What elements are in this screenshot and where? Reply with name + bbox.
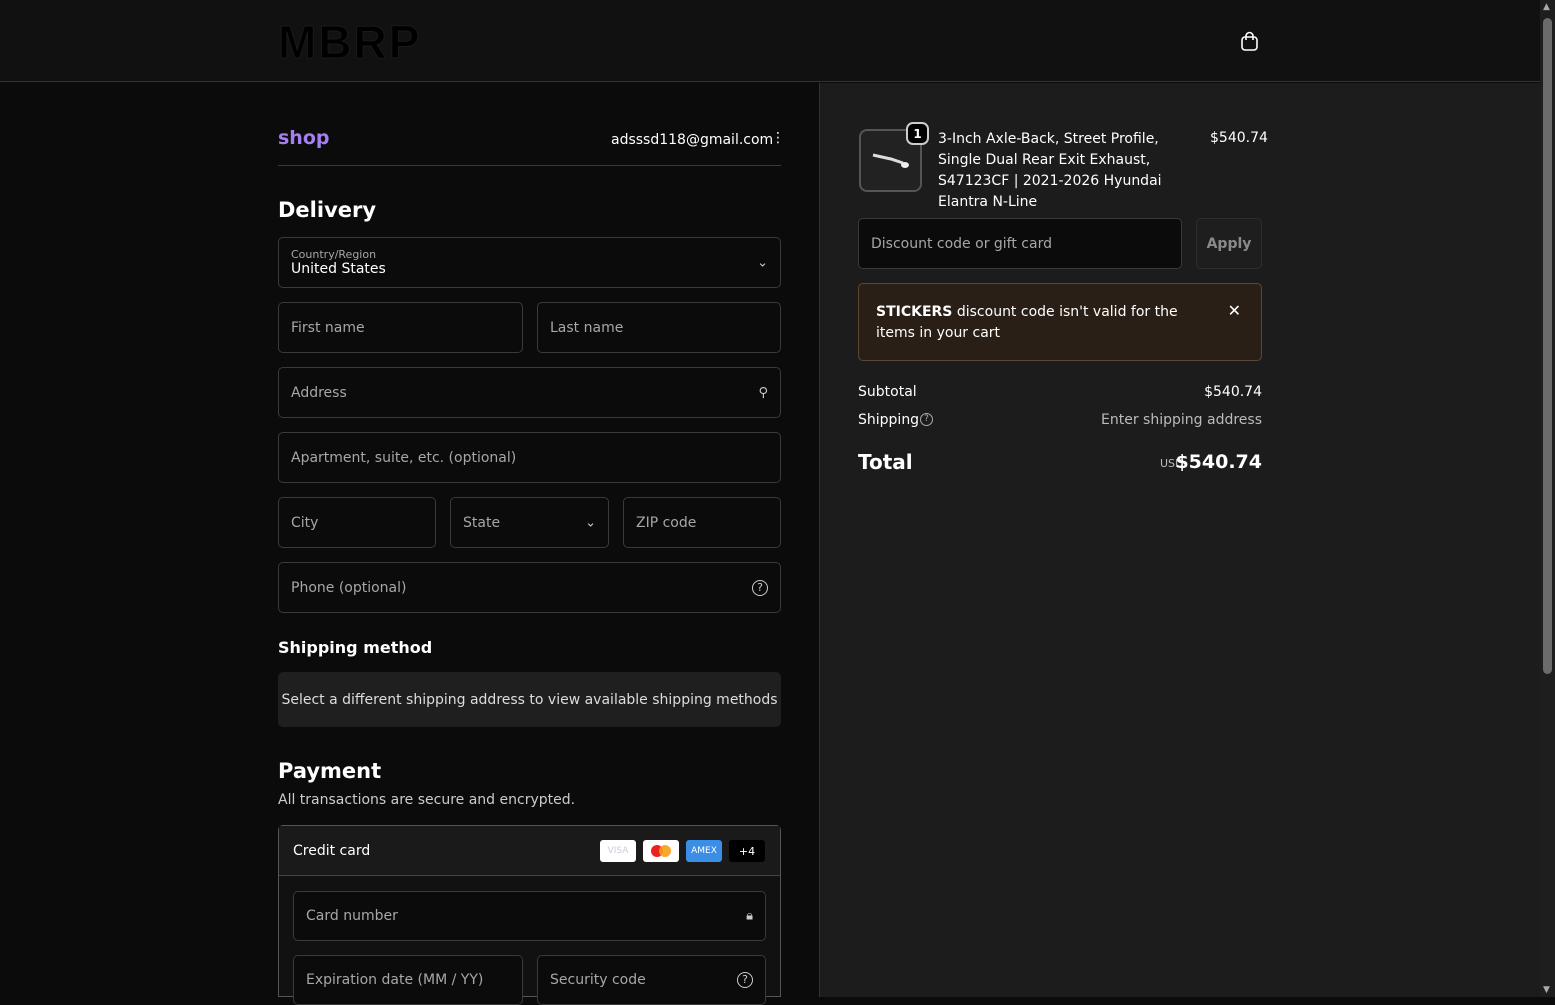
city-placeholder: City — [291, 514, 319, 531]
apartment-input[interactable]: Apartment, suite, etc. (optional) — [278, 432, 781, 483]
expiration-input[interactable]: Expiration date (MM / YY) — [293, 955, 523, 1005]
expiration-placeholder: Expiration date (MM / YY) — [306, 972, 484, 988]
shopping-bag-icon[interactable] — [1240, 31, 1259, 51]
delivery-heading: Delivery — [278, 198, 377, 222]
close-icon[interactable]: ✕ — [1228, 300, 1241, 321]
total-label: Total — [858, 450, 913, 474]
credit-card-option[interactable]: Credit card VISA AMEX +4 — [279, 826, 780, 876]
card-number-placeholder: Card number — [306, 908, 398, 924]
shipping-value: Enter shipping address — [1101, 412, 1262, 428]
apartment-placeholder: Apartment, suite, etc. (optional) — [291, 449, 517, 466]
payment-subtitle: All transactions are secure and encrypte… — [278, 792, 576, 808]
card-number-input[interactable]: Card number 🔒︎ — [293, 891, 766, 941]
subtotal-label: Subtotal — [858, 384, 917, 400]
amex-icon: AMEX — [686, 840, 722, 862]
address-placeholder: Address — [291, 384, 347, 401]
more-options-icon[interactable]: ⋮ — [771, 130, 785, 146]
chevron-down-icon: ⌄ — [585, 515, 596, 530]
exhaust-image-icon — [872, 153, 909, 168]
chevron-down-icon: ⌄ — [757, 255, 768, 270]
shipping-help-icon[interactable]: ? — [920, 413, 933, 426]
phone-input[interactable]: Phone (optional)? — [278, 562, 781, 613]
zip-placeholder: ZIP code — [636, 514, 697, 531]
security-code-placeholder: Security code — [550, 972, 646, 988]
state-select[interactable]: State ⌄ — [450, 497, 609, 548]
zip-input[interactable]: ZIP code — [623, 497, 781, 548]
error-code: STICKERS — [876, 304, 953, 320]
last-name-input[interactable]: Last name — [537, 302, 781, 353]
mbrp-logo[interactable]: MBRP — [277, 19, 421, 66]
first-name-placeholder: First name — [291, 319, 365, 336]
total-value: $540.74 — [1175, 451, 1262, 473]
visa-icon: VISA — [600, 840, 636, 862]
apply-button[interactable]: Apply — [1196, 218, 1262, 269]
search-icon: ⚲ — [758, 385, 768, 400]
product-name: 3-Inch Axle-Back, Street Profile, Single… — [938, 131, 1162, 210]
shipping-method-notice: Select a different shipping address to v… — [278, 672, 781, 727]
discount-code-input[interactable]: Discount code or gift card — [858, 218, 1182, 269]
scroll-down-icon[interactable]: ▼ — [1543, 985, 1550, 995]
more-cards-badge: +4 — [729, 840, 765, 862]
country-label: Country/Region — [291, 248, 377, 261]
discount-placeholder: Discount code or gift card — [871, 235, 1052, 252]
last-name-placeholder: Last name — [550, 319, 624, 336]
country-value: United States — [291, 261, 386, 277]
shipping-method-heading: Shipping method — [278, 638, 433, 657]
product-price: $540.74 — [1210, 130, 1268, 146]
account-email: adsssd118@gmail.com — [611, 132, 774, 148]
scrollbar[interactable]: ▲ ▼ — [1540, 0, 1555, 997]
subtotal-value: $540.74 — [1204, 384, 1262, 400]
country-select[interactable]: Country/Region United States ⌄ — [278, 237, 781, 288]
address-input[interactable]: Address ⚲ — [278, 367, 781, 418]
discount-error-banner: STICKERS discount code isn't valid for t… — [858, 283, 1262, 361]
payment-heading: Payment — [278, 759, 382, 783]
first-name-input[interactable]: First name — [278, 302, 523, 353]
help-icon[interactable]: ? — [752, 579, 768, 596]
divider — [278, 165, 781, 166]
scroll-up-icon[interactable]: ▲ — [1543, 2, 1550, 12]
scrollbar-thumb[interactable] — [1543, 18, 1552, 674]
quantity-badge: 1 — [906, 122, 929, 145]
security-code-input[interactable]: Security code? — [537, 955, 766, 1005]
help-icon[interactable]: ? — [737, 972, 753, 988]
shop-pay-brand: shop — [278, 127, 330, 149]
phone-placeholder: Phone (optional) — [291, 579, 407, 596]
lock-icon: 🔒︎ — [746, 908, 753, 924]
credit-card-label: Credit card — [293, 842, 371, 859]
shipping-label: Shipping — [858, 412, 920, 428]
site-header: MBRP — [0, 0, 1540, 82]
mastercard-icon — [643, 840, 679, 862]
city-input[interactable]: City — [278, 497, 436, 548]
state-placeholder: State — [463, 514, 501, 531]
